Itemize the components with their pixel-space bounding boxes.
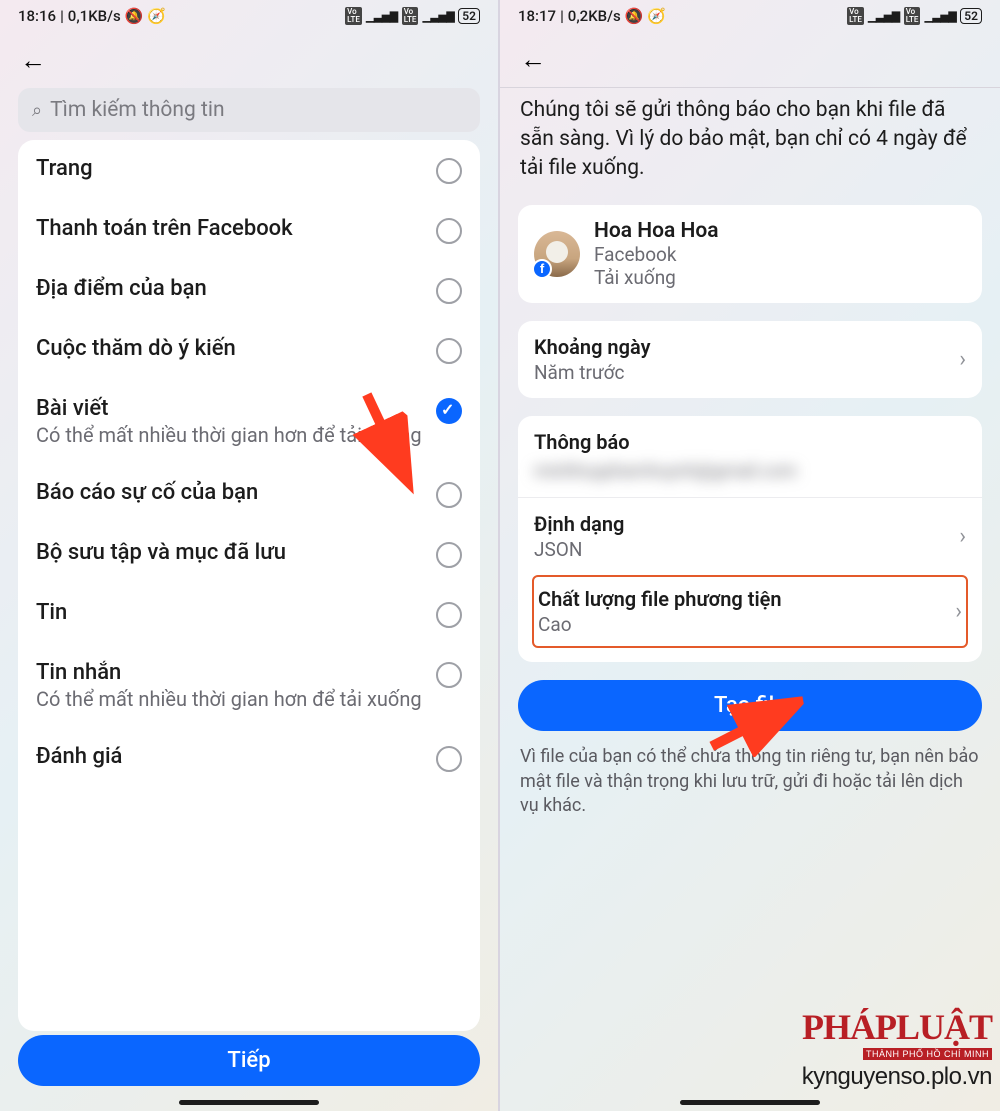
option-row[interactable]: Cuộc thăm dò ý kiến	[18, 320, 480, 380]
navbar: ←	[500, 32, 1000, 88]
option-label: Bài viết	[36, 396, 424, 421]
watermark-url: kynguyenso.plo.vn	[802, 1063, 992, 1091]
left-screenshot: 18:16 | 0,1KB/s 🔕 🧭 VoLTE▁▃▅▇ VoLTE▁▃▅▇ …	[0, 0, 500, 1111]
facebook-badge-icon	[532, 259, 552, 279]
profile-action: Tải xuống	[594, 266, 719, 289]
chevron-right-icon: ›	[959, 524, 966, 549]
option-label: Tin	[36, 600, 424, 625]
search-icon: ⌕	[32, 100, 42, 121]
back-button[interactable]: ←	[12, 37, 54, 84]
option-row[interactable]: Địa điểm của bạn	[18, 260, 480, 320]
notification-row[interactable]: Thông báo minhhuyphamhuynh@gmail.com	[518, 416, 982, 497]
media-quality-value: Cao	[538, 613, 782, 636]
footnote-text: Vì file của bạn có thể chứa thông tin ri…	[518, 745, 982, 818]
compass-icon: 🧭	[147, 7, 166, 25]
media-quality-label: Chất lượng file phương tiện	[538, 587, 782, 611]
status-speed: 0,1KB/s	[68, 7, 121, 25]
radio-unchecked-icon[interactable]	[436, 662, 462, 688]
home-indicator[interactable]	[680, 1100, 820, 1105]
avatar	[534, 231, 580, 277]
intro-text: Chúng tôi sẽ gửi thông báo cho bạn khi f…	[518, 88, 982, 205]
option-label: Đánh giá	[36, 744, 424, 769]
radio-checked-icon[interactable]	[436, 398, 462, 424]
option-label: Trang	[36, 156, 424, 181]
radio-unchecked-icon[interactable]	[436, 542, 462, 568]
format-row[interactable]: Định dạng JSON ›	[518, 498, 982, 575]
option-row[interactable]: Bài viếtCó thể mất nhiều thời gian hơn đ…	[18, 380, 480, 464]
option-sublabel: Có thể mất nhiều thời gian hơn để tải xu…	[36, 423, 424, 448]
format-value: JSON	[534, 538, 624, 561]
home-indicator[interactable]	[179, 1100, 319, 1105]
lte-icon: VoLTE	[904, 7, 921, 25]
create-file-button[interactable]: Tạo file	[518, 680, 982, 731]
option-row[interactable]: Đánh giá	[18, 728, 480, 788]
radio-unchecked-icon[interactable]	[436, 158, 462, 184]
option-label: Bộ sưu tập và mục đã lưu	[36, 540, 424, 565]
radio-unchecked-icon[interactable]	[436, 746, 462, 772]
radio-unchecked-icon[interactable]	[436, 218, 462, 244]
media-quality-row[interactable]: Chất lượng file phương tiện Cao ›	[534, 577, 966, 646]
settings-card: Thông báo minhhuyphamhuynh@gmail.com Địn…	[518, 416, 982, 662]
watermark-sub: THÀNH PHỐ HỒ CHÍ MINH	[863, 1048, 992, 1060]
navbar: ←	[0, 32, 498, 88]
option-row[interactable]: Báo cáo sự cố của bạn	[18, 464, 480, 524]
option-label: Địa điểm của bạn	[36, 276, 424, 301]
notification-label: Thông báo	[534, 430, 966, 454]
radio-unchecked-icon[interactable]	[436, 602, 462, 628]
search-placeholder: Tìm kiếm thông tin	[50, 98, 224, 122]
signal-icon: ▁▃▅▇	[868, 10, 900, 23]
lte-icon: VoLTE	[402, 7, 419, 25]
watermark: PHÁPLUẬT THÀNH PHỐ HỒ CHÍ MINH kynguyens…	[802, 1013, 992, 1091]
profile-source: Facebook	[594, 243, 719, 266]
status-bar: 18:17 | 0,2KB/s 🔕 🧭 VoLTE▁▃▅▇ VoLTE▁▃▅▇ …	[500, 0, 1000, 32]
option-row[interactable]: Thanh toán trên Facebook	[18, 200, 480, 260]
lte-icon: VoLTE	[345, 7, 362, 25]
date-range-value: Năm trước	[534, 361, 651, 384]
notification-value-blurred: minhhuyphamhuynh@gmail.com	[534, 460, 966, 483]
status-speed: 0,2KB/s	[568, 7, 621, 25]
options-list: Trang Thanh toán trên Facebook Địa điểm củ…	[18, 140, 480, 1031]
status-time: 18:16	[18, 7, 56, 25]
option-label: Cuộc thăm dò ý kiến	[36, 336, 424, 361]
option-label: Tin nhắn	[36, 660, 424, 685]
date-range-row[interactable]: Khoảng ngày Năm trước ›	[518, 321, 982, 398]
signal-icon: ▁▃▅▇	[422, 10, 454, 23]
chevron-right-icon: ›	[959, 347, 966, 372]
status-time: 18:17	[518, 7, 556, 25]
radio-unchecked-icon[interactable]	[436, 278, 462, 304]
battery-icon: 52	[960, 8, 982, 24]
option-row[interactable]: Tin nhắnCó thể mất nhiều thời gian hơn đ…	[18, 644, 480, 728]
next-button[interactable]: Tiếp	[18, 1035, 480, 1086]
signal-icon: ▁▃▅▇	[924, 10, 956, 23]
profile-card[interactable]: Hoa Hoa Hoa Facebook Tải xuống	[518, 205, 982, 303]
option-row[interactable]: Tin	[18, 584, 480, 644]
battery-icon: 52	[458, 8, 480, 24]
option-label: Báo cáo sự cố của bạn	[36, 480, 424, 505]
option-sublabel: Có thể mất nhiều thời gian hơn để tải xu…	[36, 687, 424, 712]
option-label: Thanh toán trên Facebook	[36, 216, 424, 241]
radio-unchecked-icon[interactable]	[436, 338, 462, 364]
right-screenshot: 18:17 | 0,2KB/s 🔕 🧭 VoLTE▁▃▅▇ VoLTE▁▃▅▇ …	[500, 0, 1000, 1111]
profile-name: Hoa Hoa Hoa	[594, 219, 719, 243]
option-row[interactable]: Trang	[18, 140, 480, 200]
watermark-brand: PHÁPLUẬT	[802, 1013, 992, 1042]
option-row[interactable]: Bộ sưu tập và mục đã lưu	[18, 524, 480, 584]
radio-unchecked-icon[interactable]	[436, 482, 462, 508]
lte-icon: VoLTE	[847, 7, 864, 25]
chevron-right-icon: ›	[955, 599, 962, 624]
search-input[interactable]: ⌕ Tìm kiếm thông tin	[18, 88, 480, 132]
back-button[interactable]: ←	[512, 36, 554, 83]
compass-icon: 🧭	[647, 7, 666, 25]
mute-icon: 🔕	[125, 7, 144, 25]
signal-icon: ▁▃▅▇	[366, 10, 398, 23]
date-range-label: Khoảng ngày	[534, 335, 651, 359]
mute-icon: 🔕	[625, 7, 644, 25]
format-label: Định dạng	[534, 512, 624, 536]
status-bar: 18:16 | 0,1KB/s 🔕 🧭 VoLTE▁▃▅▇ VoLTE▁▃▅▇ …	[0, 0, 498, 32]
